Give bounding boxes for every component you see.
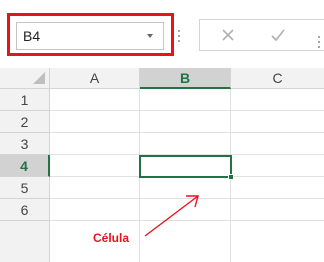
resize-grip-icon[interactable]: [178, 30, 181, 44]
row-header-3[interactable]: 3: [0, 133, 50, 155]
more-icon: [318, 36, 321, 50]
spreadsheet-grid: A B C 1 2 3 4 5 6 Célula: [0, 68, 324, 262]
arrow-icon: [144, 195, 199, 237]
formula-buttons: [199, 19, 324, 51]
select-all-triangle-icon: [33, 72, 45, 84]
column-header-c[interactable]: C: [231, 68, 324, 89]
gridline: [50, 110, 324, 111]
name-box[interactable]: B4: [16, 22, 164, 50]
active-cell-b4[interactable]: [139, 155, 232, 178]
name-box-value: B4: [23, 28, 41, 44]
column-header-a[interactable]: A: [50, 68, 140, 89]
fill-handle[interactable]: [228, 174, 234, 180]
row-header-2[interactable]: 2: [0, 111, 50, 133]
cell-annotation-label: Célula: [93, 231, 130, 245]
row-header-5[interactable]: 5: [0, 177, 50, 199]
checkmark-icon[interactable]: [266, 24, 290, 46]
row-header-6[interactable]: 6: [0, 199, 50, 221]
column-header-b[interactable]: B: [140, 68, 231, 89]
select-all-button[interactable]: [0, 68, 50, 89]
formula-toolbar: B4: [0, 0, 324, 68]
row-header-4[interactable]: 4: [0, 155, 50, 177]
gridline: [50, 132, 324, 133]
chevron-down-icon[interactable]: [147, 34, 153, 38]
close-icon[interactable]: [216, 24, 240, 46]
row-header-1[interactable]: 1: [0, 89, 50, 111]
row-header-7[interactable]: [0, 221, 50, 262]
